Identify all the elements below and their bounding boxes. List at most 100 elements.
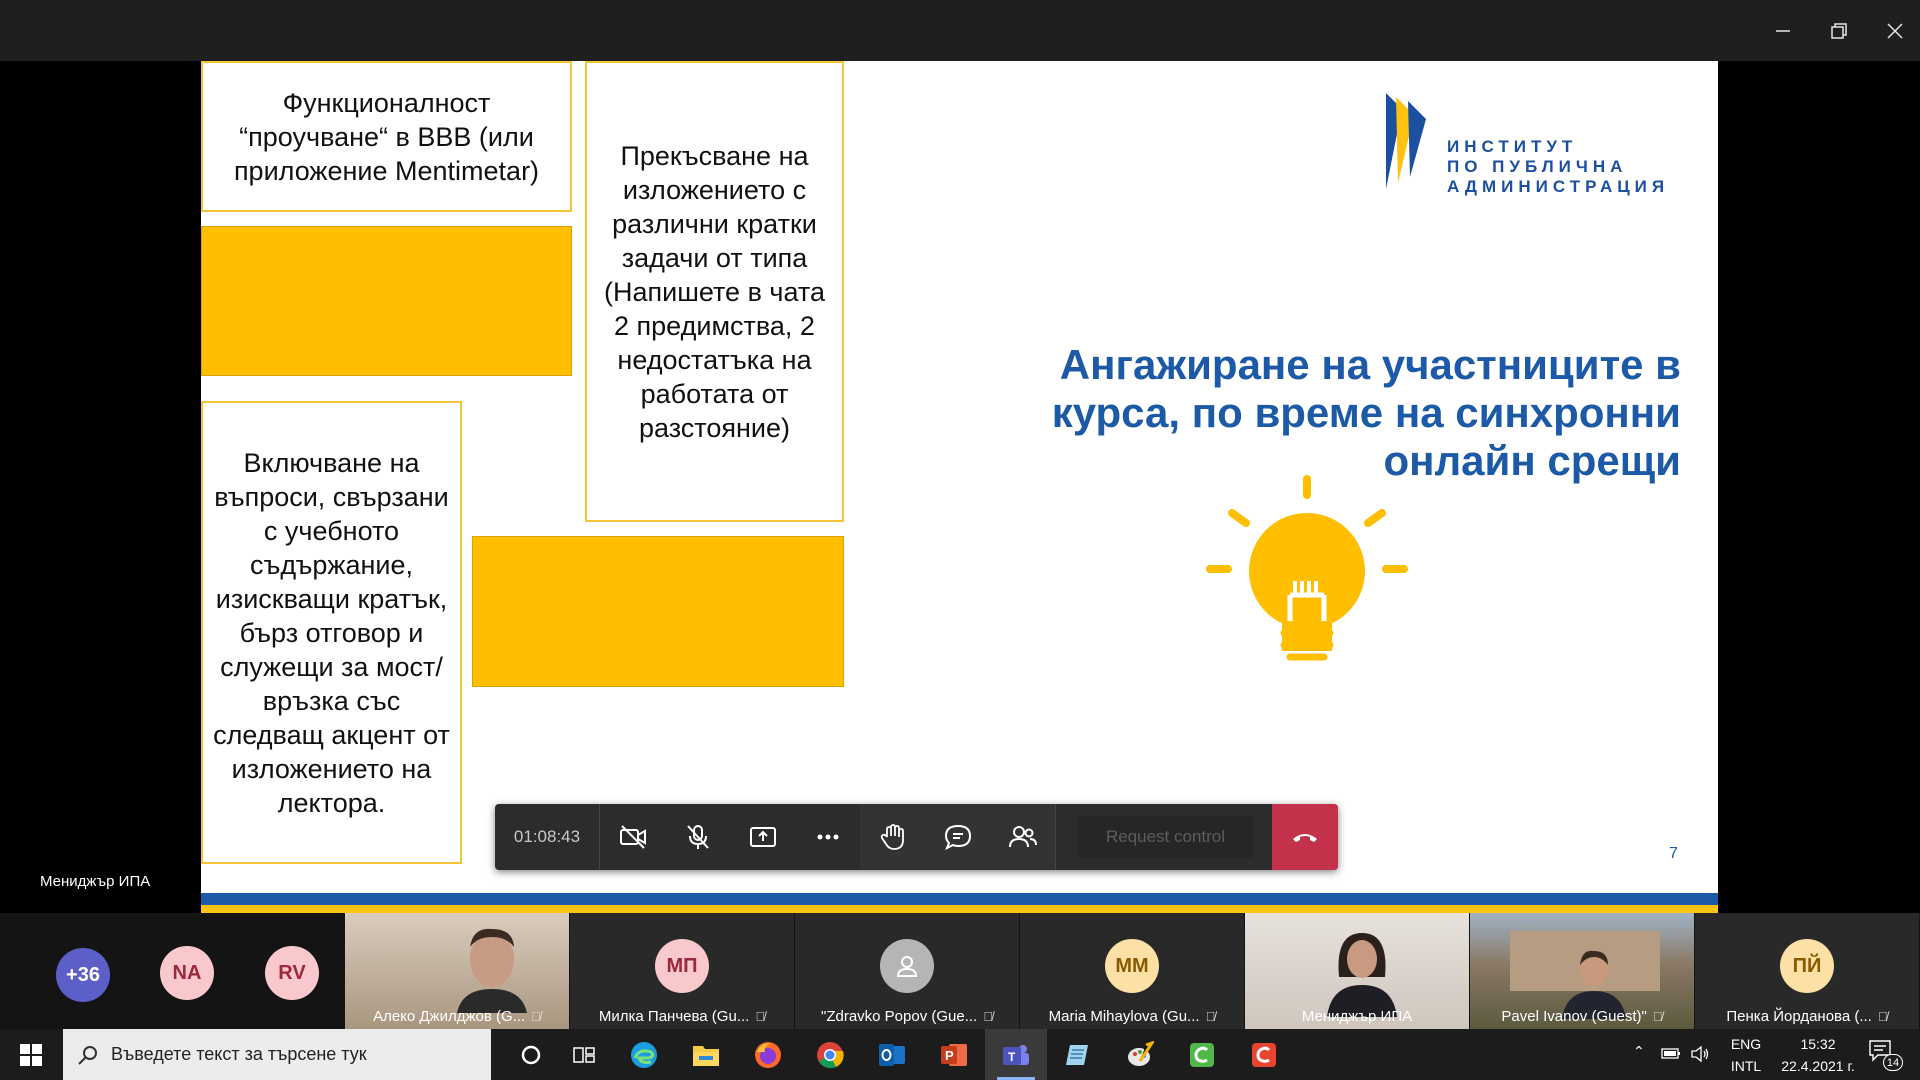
participant-name: Мениджър ИПА xyxy=(1301,1008,1413,1025)
slide-box-interrupt-text: Прекъсване на изложението с различни кра… xyxy=(604,140,825,443)
participant-avatar-rv[interactable]: RV xyxy=(265,946,319,1000)
taskbar-search-box[interactable]: Въведете текст за търсене тук xyxy=(63,1029,491,1080)
minimize-icon xyxy=(1776,29,1790,32)
logo-line-3: АДМИНИСТРАЦИЯ xyxy=(1447,177,1670,196)
taskbar-paint[interactable] xyxy=(1109,1029,1171,1080)
share-screen-button[interactable] xyxy=(730,804,795,870)
slide-yellow-block-1 xyxy=(201,226,572,376)
participant-avatar: ММ xyxy=(1105,939,1159,993)
taskbar-file-explorer[interactable] xyxy=(675,1029,737,1080)
slide-box-questions-text: Включване на въпроси, свързани с учебнот… xyxy=(213,447,450,818)
meeting-toolbar: 01:08:43 Request control xyxy=(495,804,1338,870)
slide-box-survey-text: Функционалност “проучване“ в ВВВ (или пр… xyxy=(233,87,540,186)
more-actions-button[interactable] xyxy=(795,804,860,870)
minimize-button[interactable] xyxy=(1755,0,1811,61)
request-control-button[interactable]: Request control xyxy=(1078,816,1253,858)
task-view-icon xyxy=(573,1046,595,1063)
slide-yellow-block-2 xyxy=(472,536,844,687)
slide-title: Ангажиране на участниците в курса, по вр… xyxy=(1051,341,1681,484)
participant-name: Pavel Ivanov (Guest)" xyxy=(1501,1008,1647,1025)
tray-overflow-icon[interactable]: ⌃ xyxy=(1633,1043,1645,1060)
participant-avatar-na[interactable]: NA xyxy=(160,946,214,1000)
clock[interactable]: 15:32 22.4.2021 г. xyxy=(1768,1036,1868,1074)
participant-tile[interactable]: Pavel Ivanov (Guest)" 🎙̸ xyxy=(1470,913,1694,1029)
windows-taskbar: Въведете текст за търсене тук P T ⌃ ENG … xyxy=(0,1029,1920,1080)
participant-tile[interactable]: "Zdravko Popov (Gue... 🎙̸ xyxy=(795,913,1019,1029)
participant-tile[interactable]: Алеко Джилджов (G... 🎙̸ xyxy=(345,913,569,1029)
taskbar-task-view[interactable] xyxy=(553,1029,615,1080)
search-icon xyxy=(78,1046,97,1065)
chat-icon xyxy=(944,824,971,851)
chat-button[interactable] xyxy=(925,804,990,870)
logo-line-1: ИНСТИТУТ xyxy=(1447,137,1578,156)
paint-icon xyxy=(1128,1040,1154,1066)
taskbar-firefox[interactable] xyxy=(737,1029,799,1080)
participant-tile[interactable]: МП Милка Панчева (Gu... 🎙̸ xyxy=(570,913,794,1029)
raise-hand-button[interactable] xyxy=(860,804,925,870)
taskbar-teams[interactable]: T xyxy=(985,1029,1047,1080)
slide-box-survey: Функционалност “проучване“ в ВВВ (или пр… xyxy=(201,61,572,212)
chrome-icon xyxy=(817,1041,844,1068)
person-silhouette-icon xyxy=(457,928,527,1013)
ipa-logo-text: ИНСТИТУТ ПО ПУБЛИЧНА АДМИНИСТРАЦИЯ xyxy=(1447,137,1669,197)
taskbar-notepad[interactable] xyxy=(1047,1029,1109,1080)
participant-avatar: ПЙ xyxy=(1780,939,1834,993)
participant-tile[interactable]: Мениджър ИПА xyxy=(1245,913,1469,1029)
default-user-icon xyxy=(896,956,918,977)
hangup-button[interactable] xyxy=(1272,804,1338,870)
mic-muted-icon: 🎙̸ xyxy=(1205,1009,1216,1024)
close-icon xyxy=(1887,22,1903,39)
edge-icon xyxy=(631,1041,657,1068)
camtasia-red-icon xyxy=(1252,1042,1276,1067)
cortana-icon xyxy=(521,1045,541,1064)
share-screen-icon xyxy=(749,827,776,847)
powerpoint-icon: P xyxy=(941,1043,967,1066)
slide-stripe-blue xyxy=(201,893,1718,905)
svg-text:T: T xyxy=(1008,1050,1016,1064)
participant-tile-name: Алеко Джилджов (G... 🎙̸ xyxy=(345,1005,569,1029)
restore-icon xyxy=(1831,22,1847,39)
mic-muted-icon: 🎙̸ xyxy=(1877,1009,1888,1024)
participant-name: Милка Панчева (Gu... xyxy=(598,1008,750,1025)
participant-tile[interactable]: ПЙ Пенка Йорданова (... 🎙̸ xyxy=(1695,913,1919,1029)
more-icon xyxy=(817,834,838,840)
taskbar-chrome[interactable] xyxy=(799,1029,861,1080)
camera-toggle-button[interactable] xyxy=(600,804,665,870)
slide-box-interrupt: Прекъсване на изложението с различни кра… xyxy=(585,61,844,522)
participant-tile-name: Пенка Йорданова (... 🎙̸ xyxy=(1695,1005,1919,1029)
mic-toggle-button[interactable] xyxy=(665,804,730,870)
participant-name: Maria Mihaylova (Gu... xyxy=(1048,1008,1200,1025)
taskbar-camtasia-red[interactable] xyxy=(1233,1029,1295,1080)
participant-tile-name: Милка Панчева (Gu... 🎙̸ xyxy=(570,1005,794,1029)
meeting-timer: 01:08:43 xyxy=(513,827,581,846)
participants-button[interactable] xyxy=(990,804,1055,870)
notifications-button[interactable]: 14 xyxy=(1868,1039,1908,1071)
start-button[interactable] xyxy=(0,1029,62,1080)
volume-icon[interactable] xyxy=(1690,1045,1710,1068)
mic-muted-icon: 🎙̸ xyxy=(1652,1009,1663,1024)
taskbar-edge[interactable] xyxy=(613,1029,675,1080)
slide-stripe-yellow xyxy=(201,905,1718,913)
participant-tile-name: Maria Mihaylova (Gu... 🎙̸ xyxy=(1020,1005,1244,1029)
participant-avatar: МП xyxy=(655,939,709,993)
battery-icon[interactable] xyxy=(1661,1045,1681,1068)
participant-tile[interactable]: ММ Maria Mihaylova (Gu... 🎙̸ xyxy=(1020,913,1244,1029)
language-indicator[interactable]: ENG INTL xyxy=(1726,1036,1766,1074)
keyboard-layout: INTL xyxy=(1730,1058,1762,1074)
battery-icon-svg xyxy=(1661,1048,1680,1059)
ipa-logo-icon xyxy=(1386,93,1426,189)
hangup-icon xyxy=(1293,834,1317,842)
window-title-bar xyxy=(0,0,1920,61)
participant-avatar xyxy=(880,939,934,993)
overflow-participants-button[interactable]: +36 xyxy=(56,948,110,1002)
mic-muted-icon: 🎙̸ xyxy=(531,1009,541,1024)
restore-button[interactable] xyxy=(1811,0,1867,61)
mic-off-icon xyxy=(686,825,709,849)
taskbar-outlook[interactable] xyxy=(861,1029,923,1080)
taskbar-powerpoint[interactable]: P xyxy=(923,1029,985,1080)
taskbar-camtasia-green[interactable] xyxy=(1171,1029,1233,1080)
close-button[interactable] xyxy=(1867,0,1920,61)
svg-text:P: P xyxy=(945,1048,954,1063)
raise-hand-icon xyxy=(880,824,904,850)
file-explorer-icon xyxy=(693,1045,719,1066)
